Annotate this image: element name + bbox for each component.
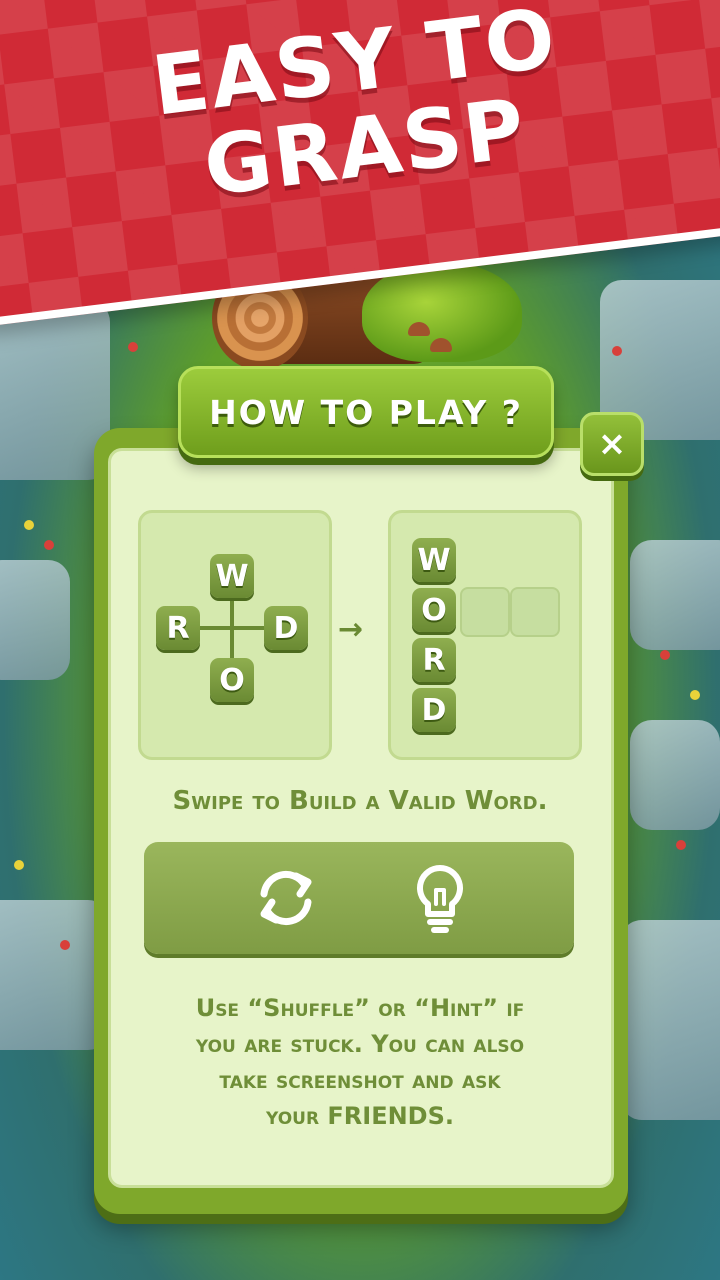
instruction-hint-line1: Use “Shuffle” or “Hint” if xyxy=(195,994,525,1022)
close-button[interactable]: × xyxy=(580,412,644,476)
arrow-right-icon: → xyxy=(338,612,364,647)
swipe-line-vertical xyxy=(230,590,234,664)
letter-tile: O xyxy=(210,658,254,702)
flower xyxy=(60,940,70,950)
instruction-hint-line4: your FRIENDS. xyxy=(265,1102,454,1130)
instruction-swipe: Swipe to Build a Valid Word. xyxy=(172,786,548,816)
rock xyxy=(630,720,720,830)
result-letter-tile: D xyxy=(412,688,456,732)
flower xyxy=(24,520,34,530)
close-icon: × xyxy=(597,424,627,464)
flower xyxy=(612,346,622,356)
flower xyxy=(44,540,54,550)
flower xyxy=(14,860,24,870)
flower xyxy=(676,840,686,850)
rock xyxy=(630,540,720,650)
shuffle-icon xyxy=(260,871,312,925)
instruction-hint-line2: you are stuck. You can also xyxy=(195,1030,525,1058)
lightbulb-icon xyxy=(417,865,463,933)
letter-tile: D xyxy=(264,606,308,650)
hint-button[interactable] xyxy=(398,856,482,940)
flower xyxy=(660,650,670,660)
dialog-title: HOW TO PLAY ? xyxy=(209,392,523,432)
result-letter-tile: W xyxy=(412,538,456,582)
shuffle-button[interactable] xyxy=(244,856,328,940)
instruction-hint-line3: take screenshot and ask xyxy=(219,1066,501,1094)
empty-letter-slot xyxy=(510,587,560,637)
rock xyxy=(620,920,720,1120)
flower xyxy=(690,690,700,700)
dialog-title-plate: HOW TO PLAY ? xyxy=(178,366,554,458)
instruction-hint: Use “Shuffle” or “Hint” if you are stuck… xyxy=(110,990,610,1134)
flower xyxy=(128,342,138,352)
result-letter-tile: O xyxy=(412,588,456,632)
result-letter-tile: R xyxy=(412,638,456,682)
tools-bar xyxy=(144,842,574,954)
letter-tile: R xyxy=(156,606,200,650)
rock xyxy=(0,560,70,680)
letter-tile: W xyxy=(210,554,254,598)
empty-letter-slot xyxy=(460,587,510,637)
